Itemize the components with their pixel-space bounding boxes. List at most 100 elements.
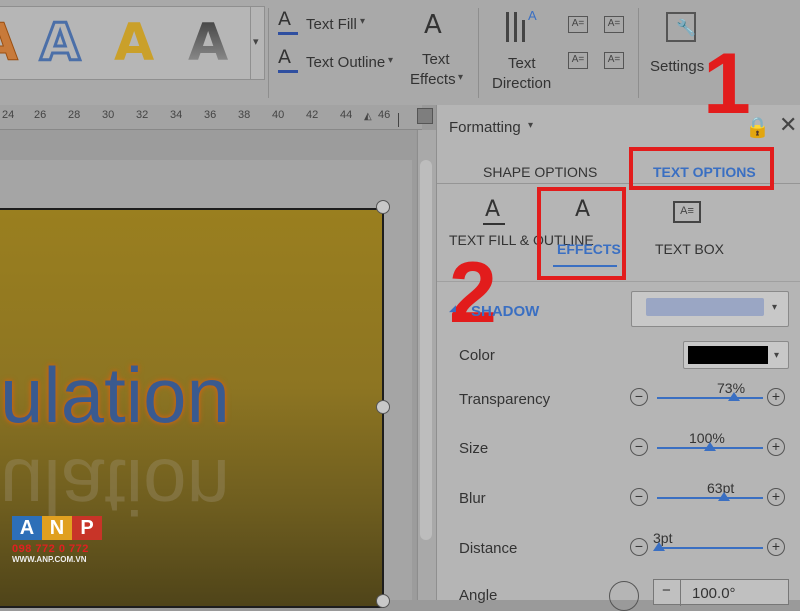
logo-phone: 098 772 0 772 — [12, 543, 89, 555]
wordart-style-blue-outline[interactable]: A — [38, 14, 81, 73]
subtab-text-box[interactable]: A≡ TEXT BOX — [647, 197, 727, 267]
effects-icon: A — [575, 197, 591, 222]
text-effects-label-line1: Text — [422, 51, 450, 68]
chevron-down-icon[interactable]: ▾ — [528, 120, 533, 131]
horizontal-ruler[interactable]: 24 26 28 30 32 34 36 38 40 42 44 ◭ 46 — [0, 105, 422, 130]
text-outline-label: Text Outline — [306, 54, 386, 71]
shadow-section-title[interactable]: SHADOW — [471, 303, 539, 320]
ribbon-separator — [478, 8, 479, 98]
increase-button[interactable]: + — [767, 538, 785, 556]
align-top-icon[interactable]: A= — [568, 16, 588, 33]
text-fill-icon: A — [278, 8, 291, 30]
logo-letter: A — [12, 516, 42, 540]
ribbon: A A A A ▾ A Text Fill ▾ A Text Outline ▾… — [0, 0, 800, 105]
shadow-preset-dropdown[interactable]: ▾ — [631, 291, 789, 327]
shadow-color-dropdown[interactable]: ▾ — [683, 341, 789, 369]
ruler-tick: 32 — [136, 109, 149, 121]
blur-row: Blur − 63pt + — [437, 480, 800, 515]
decrease-button[interactable]: − — [662, 582, 671, 599]
outline-color-bar — [278, 70, 298, 73]
angle-row: Angle − 100.0° — [437, 579, 800, 611]
settings-icon: 🔧 — [666, 12, 696, 42]
ruler-tick: 44 — [340, 109, 353, 121]
ruler-tick: 26 — [34, 109, 47, 121]
chevron-down-icon: ▾ — [772, 302, 778, 313]
chevron-down-icon: ▾ — [253, 36, 259, 48]
size-row: Size − 100% + — [437, 430, 800, 465]
blur-slider-thumb[interactable] — [717, 492, 730, 501]
tab-shape-options[interactable]: SHAPE OPTIONS — [483, 164, 597, 180]
subtab-effects[interactable]: A EFFECTS — [549, 197, 621, 269]
text-direction-label-line1: Text — [508, 55, 536, 72]
wordart-style-orange[interactable]: A — [0, 15, 19, 72]
size-slider-thumb[interactable] — [704, 442, 716, 451]
resize-handle-top-right[interactable] — [376, 200, 390, 214]
blur-slider-track[interactable] — [657, 497, 763, 499]
text-direction-icon-bar — [522, 20, 525, 42]
resize-handle-bottom-right[interactable] — [376, 594, 390, 608]
shadow-color-swatch — [688, 346, 768, 364]
step-number-2: 2 — [449, 245, 497, 341]
angle-spinbox[interactable]: − 100.0° — [653, 579, 789, 606]
text-direction-icon — [506, 12, 509, 42]
ribbon-separator — [268, 8, 269, 98]
panel-title[interactable]: Formatting — [449, 119, 521, 136]
text-direction-button[interactable]: A Text Direction — [490, 8, 554, 92]
ruler-tick: 46 — [378, 109, 391, 121]
ruler-margin-line — [398, 113, 399, 127]
angle-dial[interactable] — [609, 581, 639, 611]
scrollbar-thumb[interactable] — [420, 160, 432, 540]
transparency-slider-thumb[interactable] — [728, 392, 741, 401]
align-middle-icon[interactable]: A= — [604, 16, 624, 33]
transparency-label: Transparency — [459, 391, 551, 408]
increase-button[interactable]: + — [767, 438, 785, 456]
wordart-style-gold[interactable]: A — [114, 15, 154, 71]
text-box-icon: A≡ — [673, 201, 701, 223]
chevron-down-icon: ▾ — [360, 16, 366, 27]
text-direction-label-line2: Direction — [492, 75, 552, 92]
angle-label: Angle — [459, 587, 498, 604]
vertical-scrollbar[interactable] — [417, 130, 436, 600]
ruler-tick: 38 — [238, 109, 251, 121]
increase-button[interactable]: + — [767, 388, 785, 406]
angle-value[interactable]: 100.0° — [692, 585, 736, 602]
gallery-more-button[interactable]: ▾ — [250, 7, 265, 79]
transparency-row: Transparency − 73% + — [437, 380, 800, 415]
decrease-button[interactable]: − — [630, 538, 648, 556]
increase-button[interactable]: + — [767, 488, 785, 506]
ruler-tick: 30 — [102, 109, 115, 121]
logo-letter: P — [72, 516, 102, 540]
wordart-style-gallery[interactable]: A A A A ▾ — [0, 6, 265, 80]
subtab-active-underline — [553, 265, 617, 267]
text-effects-label-line2: Effects — [410, 71, 456, 88]
tab-text-options[interactable]: TEXT OPTIONS — [653, 164, 756, 180]
distance-slider-track[interactable] — [657, 547, 763, 549]
ribbon-separator — [638, 8, 639, 98]
text-wrap-icon[interactable]: A= — [604, 52, 624, 69]
decrease-button[interactable]: − — [630, 388, 648, 406]
distance-slider-thumb[interactable] — [653, 542, 666, 551]
wordart-text[interactable]: ulation — [0, 350, 230, 440]
ruler-tick: 34 — [170, 109, 183, 121]
decrease-button[interactable]: − — [630, 438, 648, 456]
close-icon[interactable]: ✕ — [779, 113, 797, 138]
wordart-style-gray[interactable]: A — [188, 15, 228, 71]
distance-row: Distance − 3pt + — [437, 530, 800, 565]
transparency-slider-track[interactable] — [657, 397, 763, 399]
chevron-down-icon: ▾ — [388, 55, 394, 66]
ruler-tick: 40 — [272, 109, 285, 121]
fill-color-bar — [278, 32, 298, 35]
indent-marker-icon[interactable]: ◭ — [364, 111, 372, 122]
step-number-1: 1 — [703, 36, 751, 132]
subtab-effects-label: EFFECTS — [557, 241, 621, 257]
ruler-tick: 36 — [204, 109, 217, 121]
ruler-toggle-icon[interactable] — [417, 108, 433, 124]
align-bottom-icon[interactable]: A= — [568, 52, 588, 69]
text-effects-button[interactable]: A Text Effects ▾ — [408, 10, 464, 90]
chevron-down-icon: ▾ — [458, 72, 464, 83]
collapse-triangle-icon[interactable]: ◢ — [449, 303, 456, 314]
resize-handle-right[interactable] — [376, 400, 390, 414]
text-fill-outline-icon: A — [485, 197, 501, 222]
decrease-button[interactable]: − — [630, 488, 648, 506]
logo-letter: N — [42, 516, 72, 540]
